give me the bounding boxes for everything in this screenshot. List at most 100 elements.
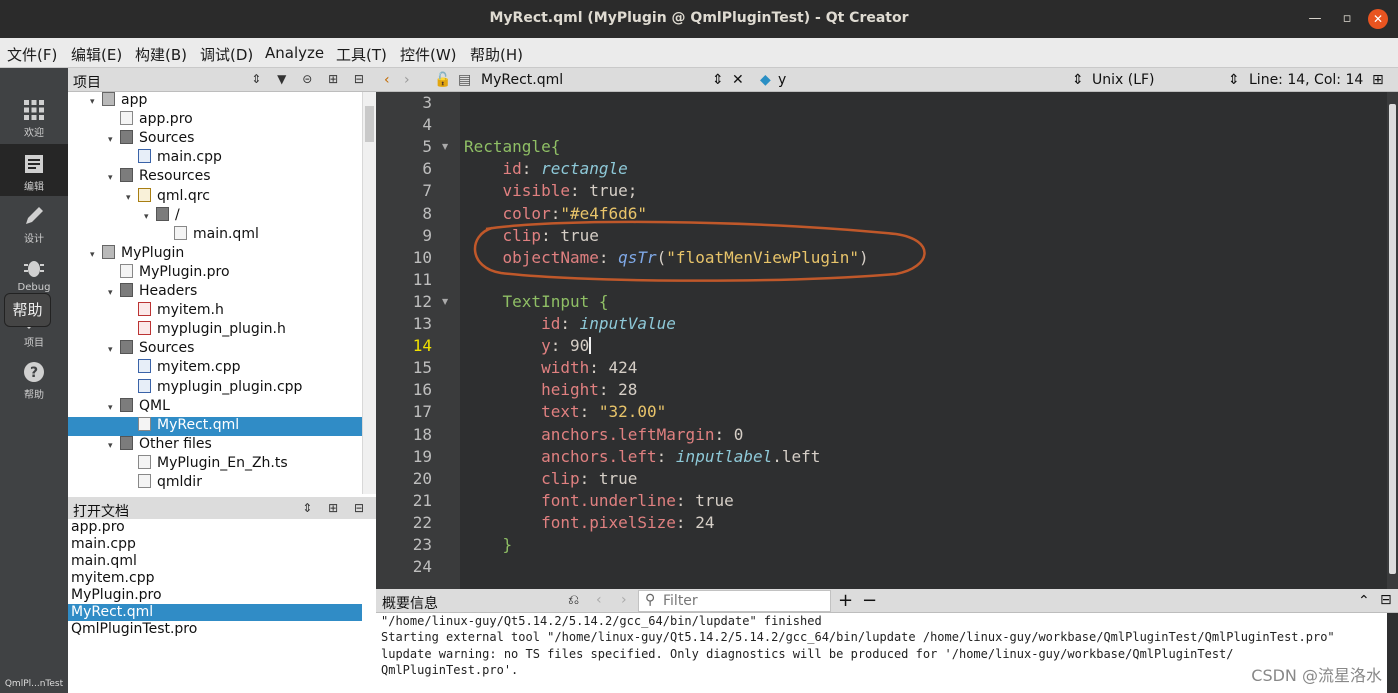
output-line: "/home/linux-guy/Qt5.14.2/5.14.2/gcc_64/… [381, 614, 822, 628]
tree-item[interactable]: qmldir [68, 474, 362, 493]
code-token: inputlabel [675, 446, 773, 466]
close-pane-icon[interactable]: ⊟ [1380, 592, 1392, 608]
tree-item[interactable]: main.qml [68, 225, 362, 245]
fold-marker-icon[interactable]: ▼ [442, 297, 448, 306]
open-doc-item[interactable]: QmlPluginTest.pro [68, 621, 362, 638]
tree-item[interactable]: MyRect.qml [68, 416, 362, 436]
expand-arrow-icon[interactable]: ▾ [108, 403, 120, 413]
tree-item[interactable]: ▾ Sources [68, 130, 362, 149]
tree-item[interactable]: MyPlugin_En_Zh.ts [68, 454, 362, 474]
line-ending[interactable]: Unix (LF) [1092, 72, 1155, 88]
tree-item[interactable]: ▾ QML [68, 397, 362, 417]
tree-item-label: myitem.h [157, 302, 224, 319]
zoom-in-icon[interactable]: + [838, 590, 853, 611]
code-token: rectangle [541, 159, 628, 179]
panel-tools[interactable]: ⇕ ⊞ ⊟ [302, 501, 370, 515]
current-file[interactable]: MyRect.qml [481, 72, 563, 88]
expand-arrow-icon[interactable]: ▾ [108, 135, 120, 145]
fold-marker-icon[interactable]: ▼ [442, 142, 448, 151]
tree-item[interactable]: myitem.h [68, 302, 362, 321]
mode-help[interactable]: ? 帮助 [0, 352, 68, 404]
tree-item[interactable]: ▾ Resources [68, 168, 362, 187]
editor-scrollbar[interactable] [1387, 92, 1398, 589]
output-title: 概要信息 [382, 596, 438, 612]
menu-build[interactable]: 构建(B) [135, 44, 187, 65]
tree-item[interactable]: ▾ / [68, 206, 362, 226]
line-number: 7 [422, 181, 432, 201]
open-doc-item[interactable]: MyPlugin.pro [68, 587, 362, 604]
help-question-icon: ? [24, 362, 44, 382]
cursor-position[interactable]: Line: 14, Col: 14 [1249, 72, 1363, 88]
expand-arrow-icon[interactable]: ▾ [108, 288, 120, 298]
tree-item[interactable]: ▾ Headers [68, 283, 362, 302]
project-tree-scrollbar[interactable] [362, 92, 376, 494]
tree-item-label: myplugin_plugin.cpp [157, 378, 303, 395]
tree-item[interactable]: ▾ app [68, 92, 362, 111]
menu-file[interactable]: 文件(F) [7, 44, 57, 65]
symbol-chooser-icon[interactable]: ⇕ [1072, 72, 1084, 88]
close-file-icon[interactable]: ✕ [732, 72, 744, 88]
filter-placeholder: Filter [663, 593, 698, 609]
expand-arrow-icon[interactable]: ▾ [108, 441, 120, 451]
code-line: anchors.leftMargin: 0 [464, 425, 743, 444]
line-number: 8 [422, 203, 432, 223]
expand-arrow-icon[interactable]: ▾ [108, 345, 120, 355]
zoom-out-icon[interactable]: − [862, 590, 877, 611]
expand-arrow-icon[interactable]: ▾ [144, 212, 156, 222]
tree-item[interactable]: ▾ qml.qrc [68, 187, 362, 207]
tree-item[interactable]: main.cpp [68, 149, 362, 168]
close-icon[interactable]: ✕ [1368, 9, 1388, 29]
current-symbol[interactable]: y [778, 72, 786, 88]
menu-help[interactable]: 帮助(H) [470, 44, 523, 65]
code-token: : [560, 314, 580, 333]
mode-welcome[interactable]: 欢迎 [0, 90, 68, 142]
menu-controls[interactable]: 控件(W) [400, 44, 457, 65]
code-token: height [541, 380, 599, 400]
file-file-icon [120, 263, 133, 278]
open-doc-item[interactable]: app.pro [68, 519, 362, 536]
tree-item[interactable]: MyPlugin.pro [68, 263, 362, 283]
tree-item[interactable]: myplugin_plugin.h [68, 321, 362, 340]
tree-item-label: myitem.cpp [157, 359, 241, 376]
prev-icon[interactable]: ‹ [596, 592, 602, 608]
open-doc-item[interactable]: myitem.cpp [68, 570, 362, 587]
menu-edit[interactable]: 编辑(E) [71, 44, 122, 65]
tree-item[interactable]: ▾ Sources [68, 340, 362, 359]
back-icon[interactable]: ‹ [384, 72, 390, 88]
filter-input[interactable]: ⚲ Filter [638, 590, 831, 612]
open-doc-item[interactable]: main.qml [68, 553, 362, 570]
open-doc-item[interactable]: MyRect.qml [68, 604, 362, 621]
file-chooser-icon[interactable]: ⇕ [712, 72, 724, 88]
forward-icon[interactable]: › [404, 72, 410, 88]
expand-arrow-icon[interactable]: ▾ [108, 173, 120, 183]
line-ending-chooser-icon[interactable]: ⇕ [1228, 72, 1240, 88]
collapse-icon[interactable]: ⌃ [1358, 593, 1370, 609]
clear-icon[interactable]: ⎌ [568, 592, 579, 608]
code-editor[interactable]: 3 4 5 ▼ Rectangle{6 id: rectangle 7 visible: … [376, 92, 1387, 589]
expand-arrow-icon[interactable]: ▾ [90, 250, 102, 260]
split-icon[interactable]: ⊞ [1372, 72, 1384, 88]
menu-tools[interactable]: 工具(T) [336, 44, 387, 65]
expand-arrow-icon[interactable]: ▾ [126, 193, 138, 203]
panel-tools[interactable]: ⇕ ▼ ⊝ ⊞ ⊟ [251, 72, 370, 86]
mode-edit[interactable]: 编辑 [0, 144, 68, 196]
menu-analyze[interactable]: Analyze [265, 44, 324, 62]
minimize-icon[interactable]: — [1305, 9, 1325, 29]
maximize-icon[interactable]: ▫ [1337, 9, 1357, 29]
open-doc-item[interactable]: main.cpp [68, 536, 362, 553]
tree-item[interactable]: myplugin_plugin.cpp [68, 378, 362, 398]
expand-arrow-icon[interactable]: ▾ [90, 97, 102, 107]
tree-item[interactable]: app.pro [68, 111, 362, 130]
mode-design[interactable]: 设计 [0, 196, 68, 248]
tree-item[interactable]: ▾ MyPlugin [68, 244, 362, 264]
code-line: text: "32.00" [464, 402, 666, 421]
next-icon[interactable]: › [621, 592, 627, 608]
welcome-grid-icon [24, 100, 44, 120]
code-token: qsTr [618, 247, 657, 267]
tree-item[interactable]: ▾ Other files [68, 435, 362, 455]
code-line: y: 90 [464, 336, 592, 355]
output-header: 概要信息 ⎌ ‹ › ⚲ Filter + − ⌃ ⊟ [376, 589, 1398, 613]
menu-debug[interactable]: 调试(D) [200, 44, 253, 65]
tree-item[interactable]: myitem.cpp [68, 359, 362, 378]
kit-selector[interactable]: QmlPl...nTest [0, 679, 68, 689]
